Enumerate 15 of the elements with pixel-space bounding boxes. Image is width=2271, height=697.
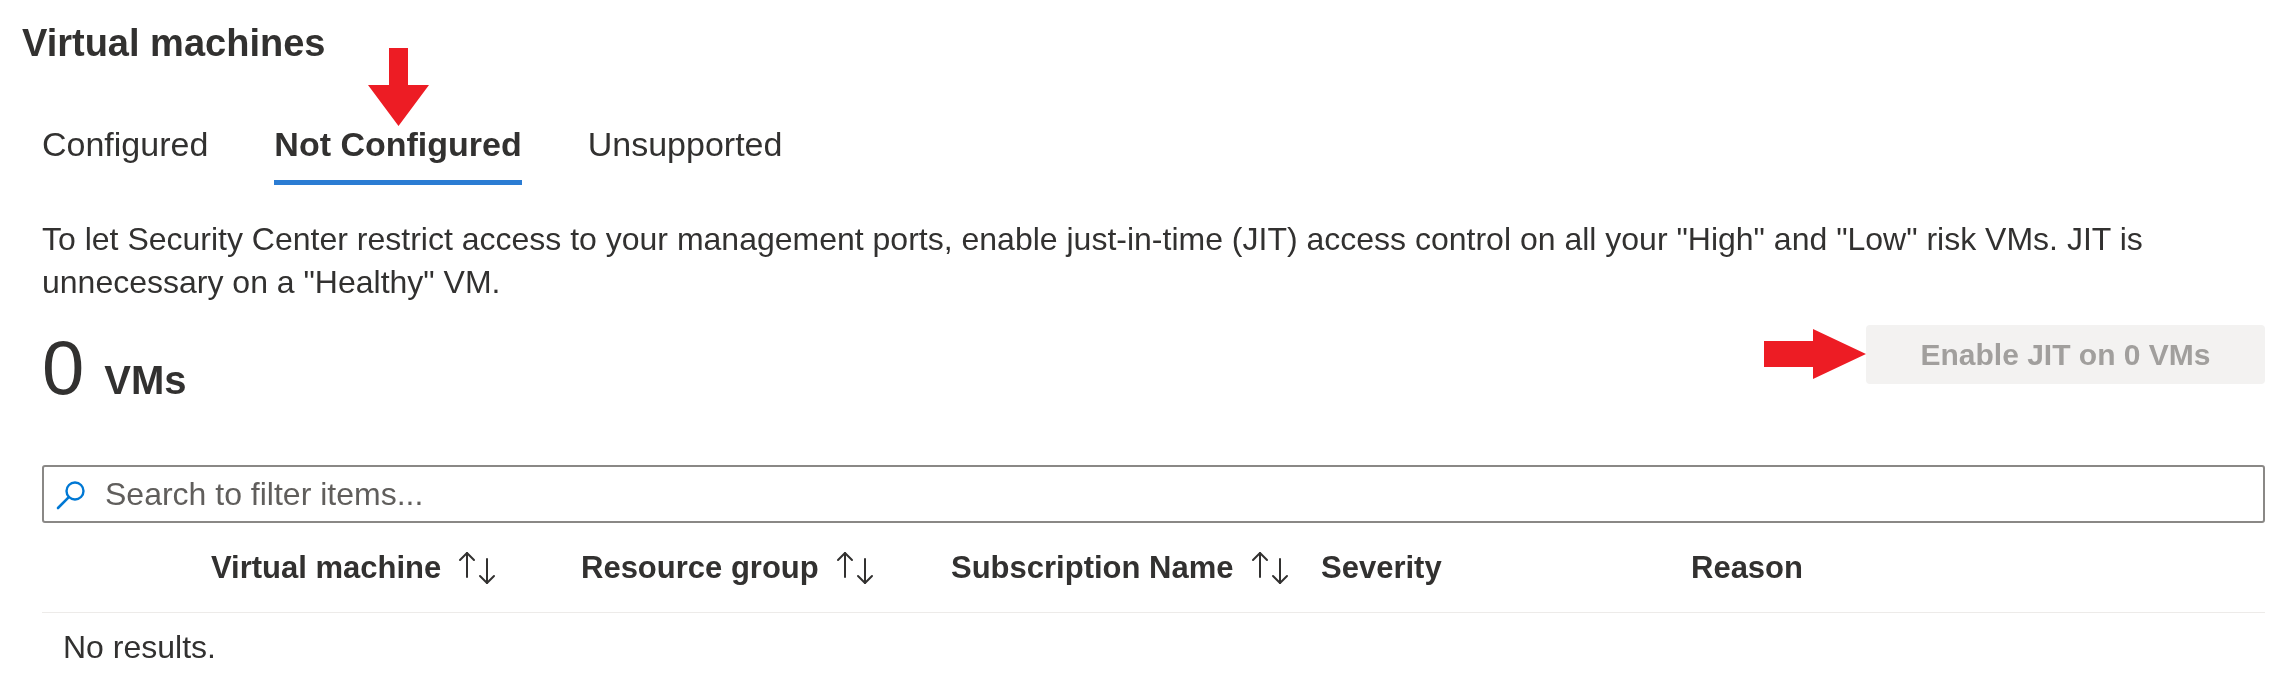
empty-state-text: No results. — [62, 628, 216, 667]
page-title: Virtual machines — [22, 21, 326, 66]
column-header[interactable]: Reason — [1691, 547, 1803, 588]
column-header[interactable]: Virtual machine — [211, 547, 502, 588]
column-header[interactable]: Subscription Name — [951, 547, 1294, 588]
tab[interactable]: Not Configured — [274, 108, 522, 185]
search-icon — [56, 480, 86, 510]
count-value: 0 — [42, 330, 85, 406]
description-text: To let Security Center restrict access to your management ports, enable just-in-time (JIT) access control on all your "High" and "Low" risk VMs. JIT is unnecessary on a "Healthy" VM. — [42, 220, 2144, 302]
search-field[interactable]: Search to filter items... — [42, 465, 2265, 523]
tab[interactable]: Unsupported — [587, 108, 783, 185]
tab[interactable]: Configured — [42, 108, 209, 185]
column-header[interactable]: Resource group — [581, 547, 879, 588]
column-header[interactable]: Severity — [1321, 547, 1442, 588]
count-unit: VMs — [104, 357, 187, 404]
